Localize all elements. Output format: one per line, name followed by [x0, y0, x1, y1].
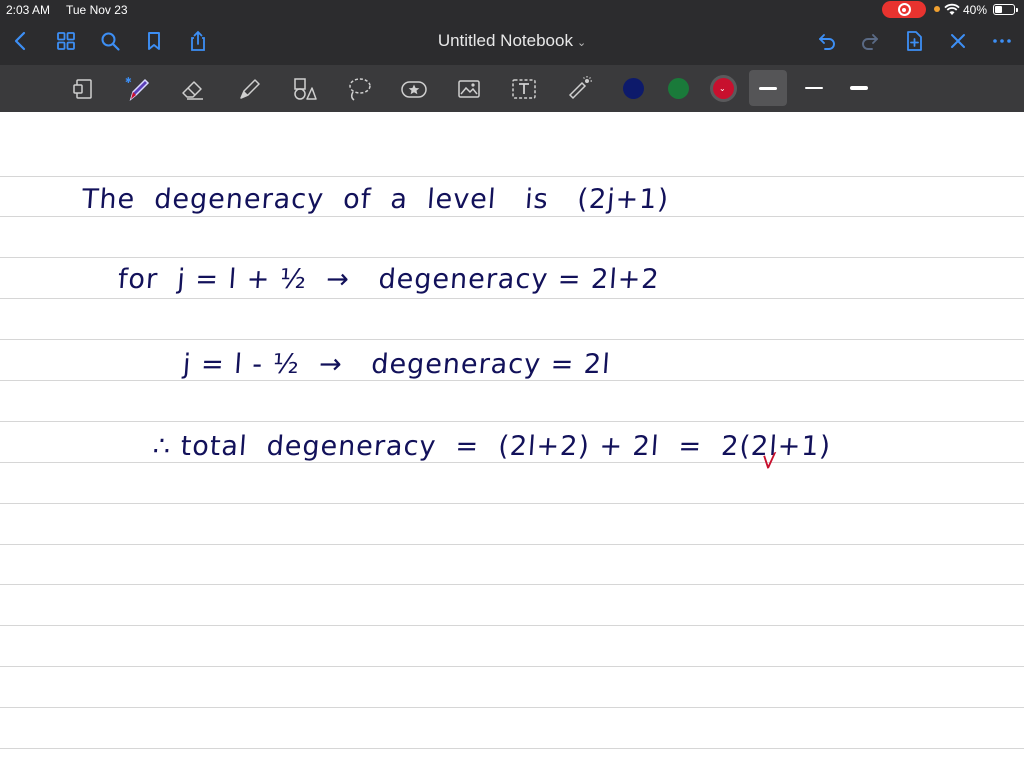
ruled-line [0, 257, 1024, 258]
ruled-line [0, 544, 1024, 545]
handwritten-line-3: j = l - ½ → degeneracy = 2l [181, 349, 612, 380]
chevron-down-icon[interactable]: ⌄ [577, 37, 586, 49]
ruled-line [0, 503, 1024, 504]
ruled-line [0, 216, 1024, 217]
battery-icon [993, 4, 1018, 15]
pen-icon[interactable]: ✱ [122, 73, 154, 105]
ruled-line [0, 625, 1024, 626]
ruled-line [0, 462, 1024, 463]
mic-indicator-icon [934, 6, 940, 12]
search-icon[interactable] [97, 28, 123, 54]
status-time: 2:03 AM [6, 3, 51, 17]
handwritten-line-2: for j = l + ½ → degeneracy = 2l+2 [116, 264, 661, 295]
ruled-line [0, 421, 1024, 422]
status-date: Tue Nov 23 [66, 3, 128, 17]
grid-icon[interactable] [53, 28, 79, 54]
battery-percent: 40% [963, 3, 988, 17]
redo-icon[interactable] [857, 28, 883, 54]
highlighter-icon[interactable] [233, 73, 265, 105]
wifi-icon [944, 3, 960, 19]
page-scan-icon[interactable] [68, 73, 100, 105]
ruled-line [0, 176, 1024, 177]
lasso-icon[interactable] [343, 73, 375, 105]
ruled-line [0, 339, 1024, 340]
notebook-title[interactable]: Untitled Notebook ⌄ [412, 31, 612, 51]
top-bar: 2:03 AM Tue Nov 23 40% Untitled Notebook… [0, 0, 1024, 65]
undo-icon[interactable] [814, 28, 840, 54]
ruled-line [0, 584, 1024, 585]
more-icon[interactable] [989, 28, 1015, 54]
stroke-thick-option[interactable] [749, 70, 787, 106]
status-bar: 2:03 AM Tue Nov 23 40% [0, 0, 1024, 20]
ruled-line [0, 707, 1024, 708]
handwritten-line-4: ∴ total degeneracy = (2l+2) + 2l = 2(2l+… [151, 431, 833, 462]
back-icon[interactable] [8, 28, 34, 54]
svg-text:✱: ✱ [125, 76, 132, 85]
handwritten-line-1: The degeneracy of a level is (2j+1) [80, 184, 671, 215]
text-icon[interactable] [508, 73, 540, 105]
color-swatch-red[interactable]: ⌄ [713, 78, 734, 99]
stroke-medium-option[interactable] [840, 70, 878, 106]
eraser-icon[interactable] [177, 73, 209, 105]
color-swatch-green[interactable] [668, 78, 689, 99]
notebook-title-text[interactable]: Untitled Notebook [438, 31, 573, 50]
notebook-page[interactable]: The degeneracy of a level is (2j+1) for … [0, 112, 1024, 768]
share-icon[interactable] [185, 28, 211, 54]
shapes-icon[interactable] [288, 73, 320, 105]
screen-recording-indicator[interactable] [882, 1, 926, 18]
add-page-icon[interactable] [901, 28, 927, 54]
stroke-thin-option[interactable] [795, 70, 833, 106]
sticker-icon[interactable] [398, 73, 430, 105]
ruled-line [0, 666, 1024, 667]
color-swatch-navy[interactable] [623, 78, 644, 99]
ruled-line [0, 380, 1024, 381]
close-icon[interactable] [945, 28, 971, 54]
chevron-down-icon: ⌄ [719, 84, 726, 93]
ruled-line [0, 298, 1024, 299]
bookmark-icon[interactable] [141, 28, 167, 54]
laser-pointer-icon[interactable] [563, 73, 595, 105]
image-icon[interactable] [453, 73, 485, 105]
ruled-line [0, 748, 1024, 749]
